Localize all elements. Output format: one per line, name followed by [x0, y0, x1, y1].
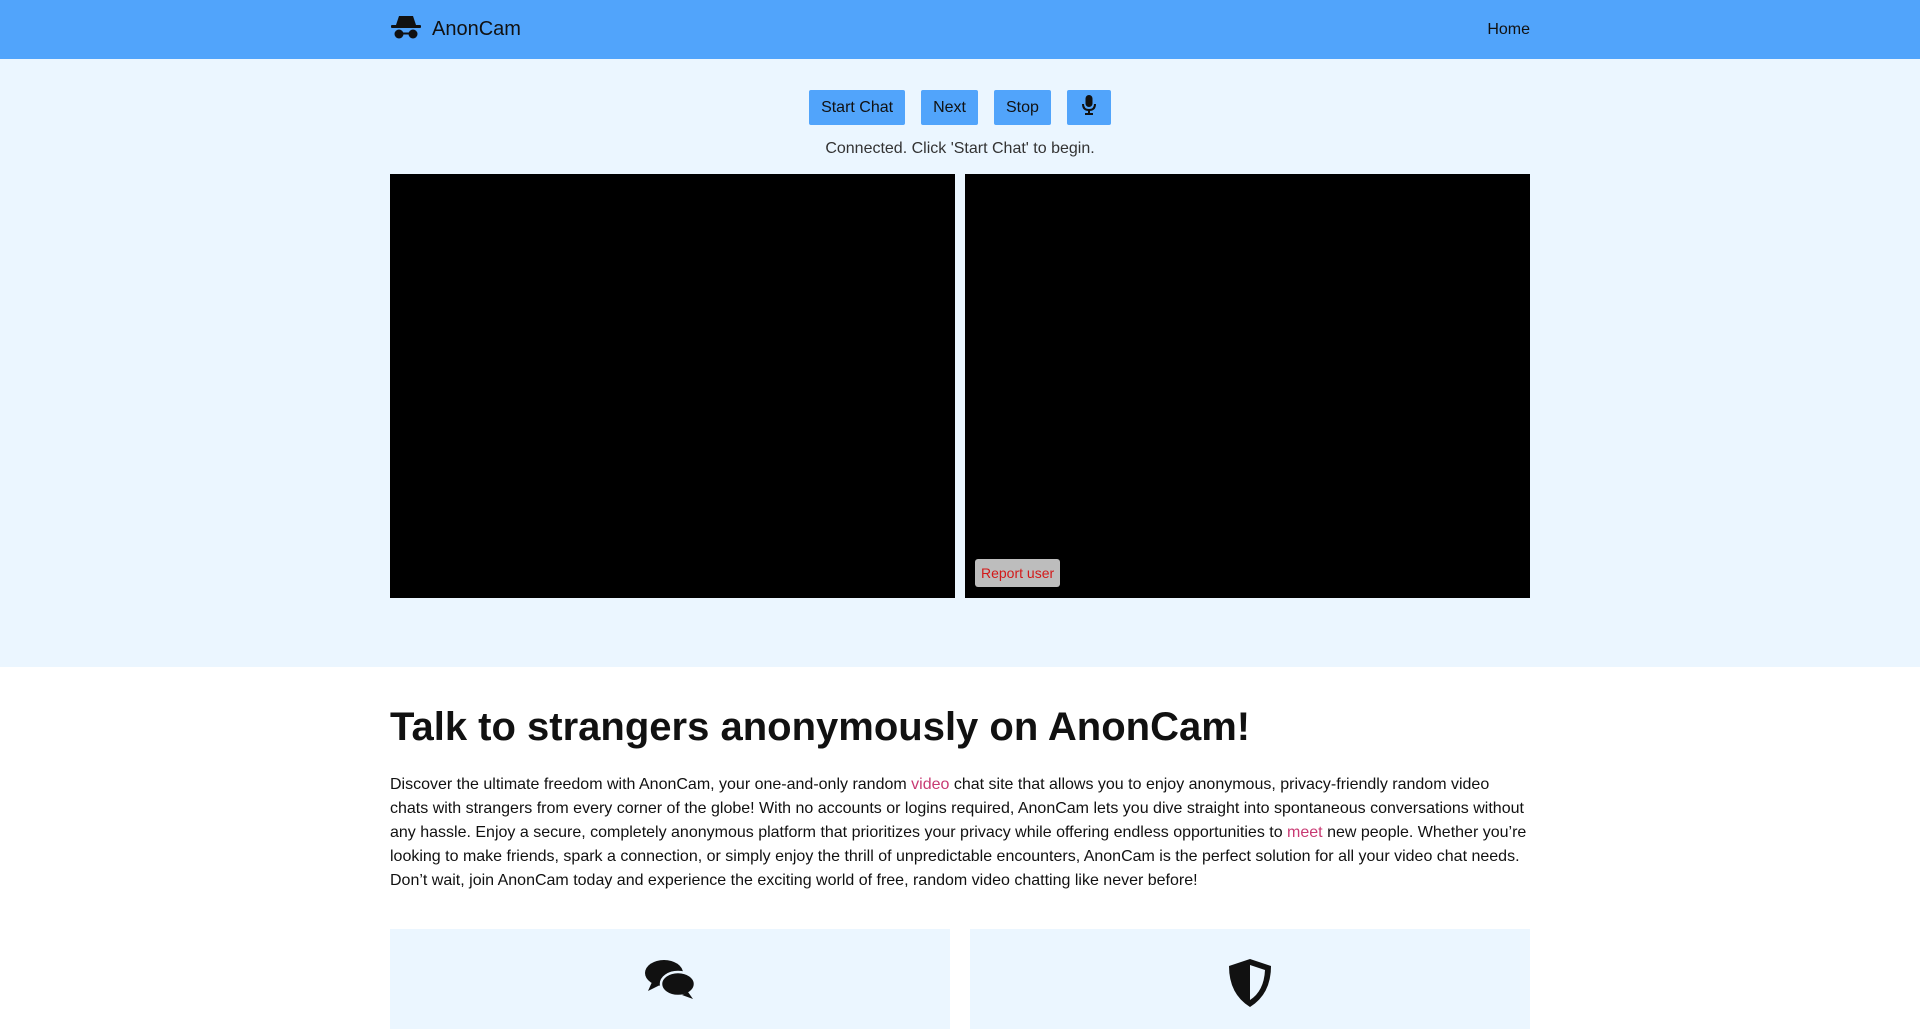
report-user-button[interactable]: Report user [975, 559, 1061, 587]
shield-icon [1227, 958, 1273, 1029]
feature-card-privacy [970, 929, 1530, 1029]
navbar-inner: AnonCam Home [390, 14, 1530, 45]
chat-bubbles-icon [644, 958, 697, 1029]
next-button[interactable]: Next [921, 90, 978, 125]
about-section: Talk to strangers anonymously on AnonCam… [390, 667, 1530, 1029]
video-link[interactable]: video [911, 776, 949, 793]
incognito-icon [390, 14, 422, 45]
meet-link[interactable]: meet [1287, 824, 1323, 841]
brand-link[interactable]: AnonCam [390, 14, 521, 45]
remote-video: Report user [965, 174, 1530, 598]
nav-home-link[interactable]: Home [1487, 21, 1530, 39]
stop-button[interactable]: Stop [994, 90, 1051, 125]
navbar: AnonCam Home [0, 0, 1920, 59]
about-paragraph: Discover the ultimate freedom with AnonC… [390, 773, 1530, 893]
feature-card-chat [390, 929, 950, 1029]
local-video [390, 174, 955, 598]
mic-toggle-button[interactable] [1066, 90, 1111, 125]
chat-section: Start Chat Next Stop Connected. Click 'S… [0, 59, 1920, 667]
microphone-icon [1081, 95, 1096, 120]
chat-container: Start Chat Next Stop Connected. Click 'S… [390, 59, 1530, 598]
features-row [390, 929, 1530, 1029]
video-area: Report user [390, 174, 1530, 598]
about-heading: Talk to strangers anonymously on AnonCam… [390, 705, 1251, 749]
brand-name: AnonCam [432, 18, 521, 40]
connection-status: Connected. Click 'Start Chat' to begin. [825, 140, 1095, 157]
about-text-1: Discover the ultimate freedom with AnonC… [390, 776, 912, 793]
chat-controls: Start Chat Next Stop [390, 59, 1530, 125]
start-chat-button[interactable]: Start Chat [809, 90, 906, 125]
